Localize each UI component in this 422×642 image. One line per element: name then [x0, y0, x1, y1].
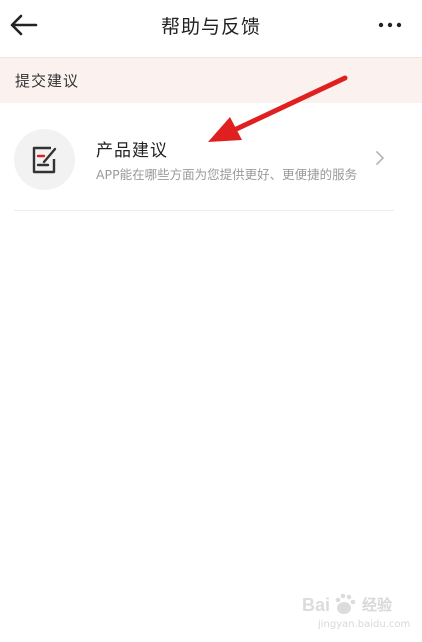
top-bar: 帮助与反馈 — [0, 0, 422, 56]
baidu-watermark-logo: Bai — [302, 593, 356, 615]
svg-text:Bai: Bai — [302, 595, 330, 615]
page-title: 帮助与反馈 — [160, 16, 261, 38]
item-divider — [14, 210, 394, 211]
item-description: APP能在哪些方面为您提供更好、更便捷的服务 — [96, 167, 358, 182]
screen: 帮助与反馈 提交建议 产品建议 APP能在哪些方面为您提供更好、更便捷的服务 B… — [0, 0, 422, 642]
red-arrow-annotation — [208, 75, 348, 142]
edit-document-icon — [32, 146, 57, 174]
chevron-right-icon — [376, 151, 384, 165]
section-title: 提交建议 — [15, 72, 80, 90]
watermark-url: jingyan.baidu.com — [318, 619, 411, 630]
watermark-brand: 经验 — [362, 596, 393, 614]
more-button[interactable] — [375, 15, 405, 35]
more-horizontal-icon — [378, 22, 402, 28]
item-icon-circle — [14, 129, 75, 190]
item-title: 产品建议 — [96, 141, 168, 161]
